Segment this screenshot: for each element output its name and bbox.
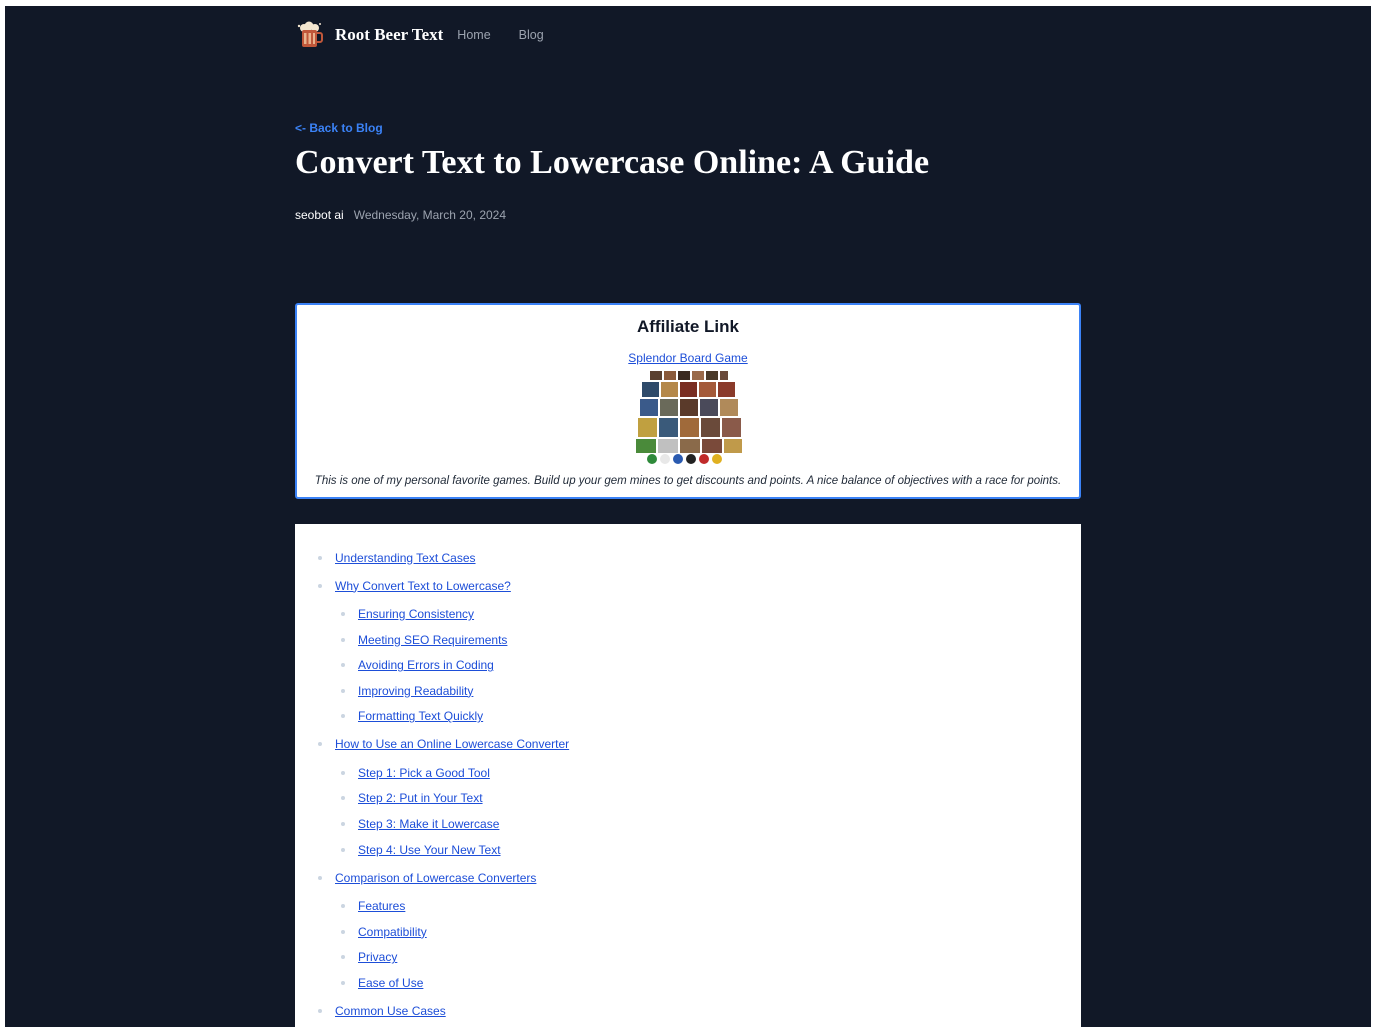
toc-subitem-ensuring-consistency: Ensuring Consistency [335, 601, 1081, 627]
bullet-icon [341, 904, 345, 909]
toc-item-how-to-use-an-online-lowercase-converter: How to Use an Online Lowercase Converter… [295, 731, 1081, 862]
bullet-icon [341, 637, 345, 642]
bullet-icon [318, 1008, 322, 1013]
toc-sublink[interactable]: Ensuring Consistency [358, 607, 474, 621]
toc-subitem-step-3-make-it-lowercase: Step 3: Make it Lowercase [335, 811, 1081, 837]
toc-sublink[interactable]: Compatibility [358, 925, 427, 939]
toc-sublink[interactable]: Ease of Use [358, 976, 423, 990]
bullet-icon [318, 583, 322, 588]
toc-subitem-step-4-use-your-new-text: Step 4: Use Your New Text [335, 837, 1081, 863]
affiliate-heading: Affiliate Link [636, 317, 739, 336]
bullet-icon [341, 663, 345, 668]
toc-row: Compatibility [341, 919, 1081, 945]
toc-sublink[interactable]: Step 2: Put in Your Text [358, 791, 483, 805]
bullet-icon [318, 742, 322, 747]
splendor-board-game-image[interactable] [632, 369, 744, 465]
page-title: Convert Text to Lowercase Online: A Guid… [295, 144, 930, 181]
toc-item-understanding-text-cases: Understanding Text Cases [295, 545, 1081, 571]
bullet-icon [341, 611, 345, 616]
bullet-icon [341, 688, 345, 693]
toc-row: Why Convert Text to Lowercase? [318, 573, 1081, 599]
toc-sublink[interactable]: Privacy [358, 950, 397, 964]
toc-subitem-compatibility: Compatibility [335, 919, 1081, 945]
toc-sublink[interactable]: Formatting Text Quickly [358, 709, 483, 723]
toc-list: Understanding Text Cases Why Convert Text… [295, 524, 1081, 1024]
affiliate-product-link[interactable]: Splendor Board Game [628, 351, 747, 365]
toc-subitem-step-2-put-in-your-text: Step 2: Put in Your Text [335, 785, 1081, 811]
toc-row: Step 4: Use Your New Text [341, 837, 1081, 863]
toc-link[interactable]: How to Use an Online Lowercase Converter [335, 737, 569, 751]
toc-sublist: Features Compatibility Privacy Ease of Use [335, 893, 1081, 995]
toc-row: Common Use Cases [318, 998, 1081, 1024]
toc-row: Meeting SEO Requirements [341, 627, 1081, 653]
toc-row: Step 2: Put in Your Text [341, 785, 1081, 811]
toc-sublink[interactable]: Meeting SEO Requirements [358, 633, 507, 647]
bullet-icon [318, 555, 322, 560]
brand-name[interactable]: Root Beer Text [335, 25, 443, 45]
nav-home-link[interactable]: Home [457, 28, 490, 42]
toc-sublist: Step 1: Pick a Good Tool Step 2: Put in Y… [335, 760, 1081, 862]
toc-link[interactable]: Common Use Cases [335, 1004, 446, 1018]
bullet-icon [341, 980, 345, 985]
toc-sublist: Ensuring Consistency Meeting SEO Requirem… [335, 601, 1081, 729]
toc-link[interactable]: Comparison of Lowercase Converters [335, 871, 536, 885]
toc-subitem-ease-of-use: Ease of Use [335, 970, 1081, 996]
page: Root Beer Text Home Blog <- Back to Blog… [5, 6, 1371, 1027]
toc-subitem-formatting-text-quickly: Formatting Text Quickly [335, 703, 1081, 729]
article-meta: seobot ai Wednesday, March 20, 2024 [295, 208, 506, 222]
bullet-icon [318, 875, 322, 880]
publish-date: Wednesday, March 20, 2024 [353, 208, 507, 222]
toc-link[interactable]: Understanding Text Cases [335, 551, 476, 565]
toc-item-why-convert-text-to-lowercase: Why Convert Text to Lowercase? Ensuring C… [295, 573, 1081, 729]
toc-row: Understanding Text Cases [318, 545, 1081, 571]
toc-row: Ease of Use [341, 970, 1081, 996]
affiliate-box: Affiliate Link Splendor Board Game This … [295, 303, 1081, 499]
toc-row: Privacy [341, 944, 1081, 970]
toc-sublink[interactable]: Step 4: Use Your New Text [358, 843, 501, 857]
root-beer-mug-icon[interactable] [295, 20, 325, 50]
affiliate-description: This is one of my personal favorite game… [314, 475, 1062, 487]
toc-sublink[interactable]: Improving Readability [358, 684, 473, 698]
toc-sublink[interactable]: Features [358, 899, 405, 913]
toc-row: Formatting Text Quickly [341, 703, 1081, 729]
bullet-icon [341, 929, 345, 934]
bullet-icon [341, 822, 345, 827]
author-name: seobot ai [295, 208, 344, 222]
bullet-icon [341, 955, 345, 960]
toc-row: Ensuring Consistency [341, 601, 1081, 627]
toc-subitem-avoiding-errors-in-coding: Avoiding Errors in Coding [335, 652, 1081, 678]
back-to-blog-link[interactable]: <- Back to Blog [295, 121, 383, 135]
bullet-icon [341, 714, 345, 719]
site-header: Root Beer Text Home Blog [295, 20, 572, 50]
toc-row: How to Use an Online Lowercase Converter [318, 731, 1081, 757]
bullet-icon [341, 796, 345, 801]
nav-blog-link[interactable]: Blog [519, 28, 544, 42]
toc-subitem-improving-readability: Improving Readability [335, 678, 1081, 704]
toc-sublink[interactable]: Step 1: Pick a Good Tool [358, 766, 490, 780]
toc-row: Comparison of Lowercase Converters [318, 865, 1081, 891]
toc-subitem-features: Features [335, 893, 1081, 919]
toc-subitem-meeting-seo-requirements: Meeting SEO Requirements [335, 627, 1081, 653]
toc-link[interactable]: Why Convert Text to Lowercase? [335, 579, 511, 593]
toc-sublink[interactable]: Avoiding Errors in Coding [358, 658, 494, 672]
toc-row: Improving Readability [341, 678, 1081, 704]
toc-item-common-use-cases: Common Use Cases [295, 998, 1081, 1024]
toc-subitem-privacy: Privacy [335, 944, 1081, 970]
toc-row: Avoiding Errors in Coding [341, 652, 1081, 678]
toc-row: Step 1: Pick a Good Tool [341, 760, 1081, 786]
toc-subitem-step-1-pick-a-good-tool: Step 1: Pick a Good Tool [335, 760, 1081, 786]
toc-row: Features [341, 893, 1081, 919]
toc-row: Step 3: Make it Lowercase [341, 811, 1081, 837]
table-of-contents: Understanding Text Cases Why Convert Text… [295, 524, 1081, 1027]
bullet-icon [341, 770, 345, 775]
toc-item-comparison-of-lowercase-converters: Comparison of Lowercase Converters Featur… [295, 865, 1081, 996]
toc-sublink[interactable]: Step 3: Make it Lowercase [358, 817, 499, 831]
bullet-icon [341, 847, 345, 852]
